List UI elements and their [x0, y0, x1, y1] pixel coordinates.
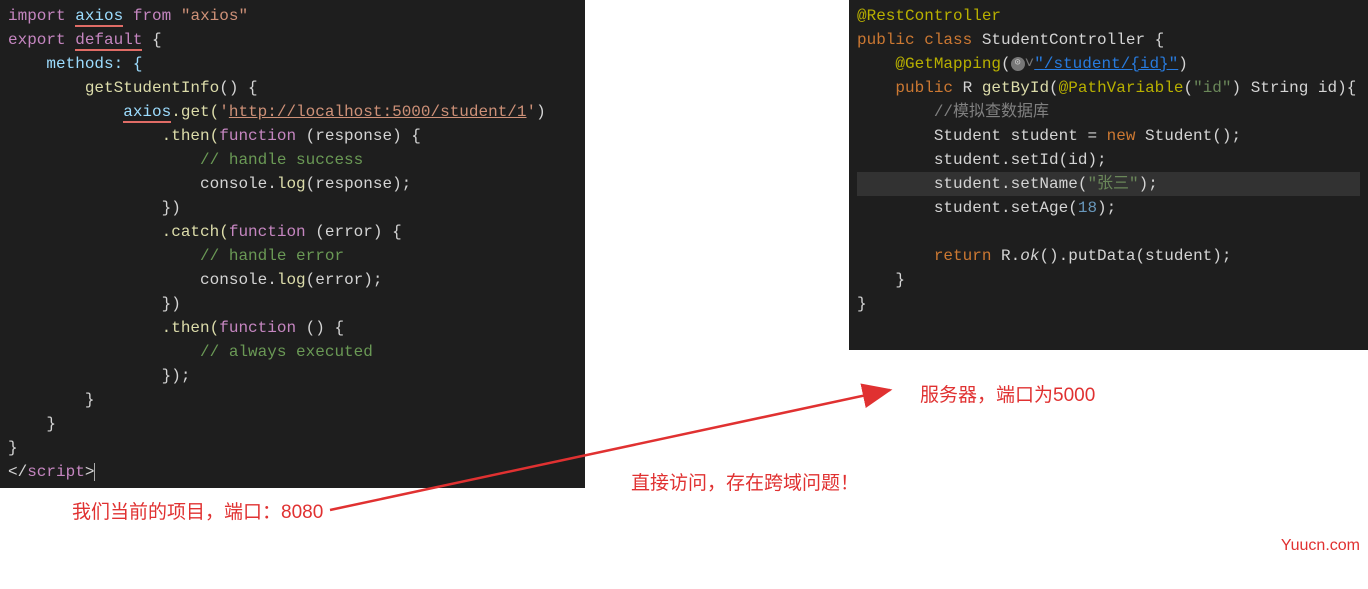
mapping-icon: ⊙ — [1011, 57, 1025, 71]
code-line: console.log(response); — [8, 172, 577, 196]
code-line: student.setName("张三"); — [857, 172, 1360, 196]
left-annotation-text: 我们当前的项目，端口：8080 — [72, 497, 323, 524]
code-line — [857, 220, 1360, 244]
code-line: export default { — [8, 28, 577, 52]
code-line: console.log(error); — [8, 268, 577, 292]
code-line: Student student = new Student(); — [857, 124, 1360, 148]
code-line: } — [8, 412, 577, 436]
code-line: } — [8, 388, 577, 412]
code-line: axios.get('http://localhost:5000/student… — [8, 100, 577, 124]
code-line: @GetMapping(⊙˅"/student/{id}") — [857, 52, 1360, 76]
code-line: .then(function (response) { — [8, 124, 577, 148]
code-line: </script> — [8, 460, 577, 484]
code-line: }) — [8, 196, 577, 220]
code-line: } — [857, 292, 1360, 316]
right-annotation-text: 服务器，端口为5000 — [920, 380, 1095, 407]
code-line: } — [857, 268, 1360, 292]
code-line: import axios from "axios" — [8, 4, 577, 28]
code-line: }); — [8, 364, 577, 388]
code-line: methods: { — [8, 52, 577, 76]
code-line: //模拟查数据库 — [857, 100, 1360, 124]
code-line: return R.ok().putData(student); — [857, 244, 1360, 268]
code-line: // handle success — [8, 148, 577, 172]
code-line: .catch(function (error) { — [8, 220, 577, 244]
watermark-text: Yuucn.com — [1281, 537, 1360, 555]
code-line: }) — [8, 292, 577, 316]
middle-annotation-text: 直接访问，存在跨域问题！ — [631, 468, 859, 495]
code-line: student.setAge(18); — [857, 196, 1360, 220]
code-line: public class StudentController { — [857, 28, 1360, 52]
left-code-editor[interactable]: import axios from "axios" export default… — [0, 0, 585, 488]
code-line: student.setId(id); — [857, 148, 1360, 172]
code-line: getStudentInfo() { — [8, 76, 577, 100]
code-line: // handle error — [8, 244, 577, 268]
code-line: @RestController — [857, 4, 1360, 28]
code-line: // always executed — [8, 340, 577, 364]
right-code-editor[interactable]: @RestController public class StudentCont… — [849, 0, 1368, 350]
code-line: } — [8, 436, 577, 460]
code-line: .then(function () { — [8, 316, 577, 340]
code-line: public R getById(@PathVariable("id") Str… — [857, 76, 1360, 100]
